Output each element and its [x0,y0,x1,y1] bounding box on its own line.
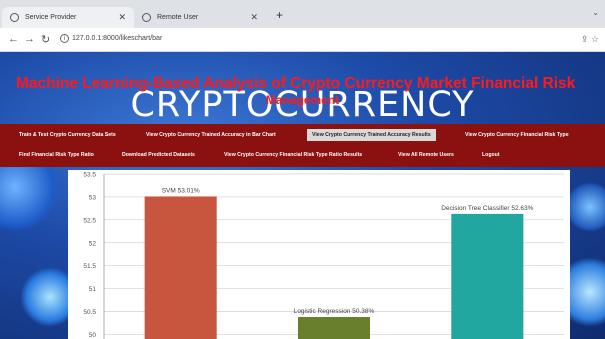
address-bar: ← → ↻ i 127.0.0.1:8000/likeschart/bar ⇪ … [0,28,605,52]
bar-svm [144,196,217,339]
main-menu: Train & Test Crypto Currency Data Sets V… [0,124,605,167]
tab-service-provider[interactable]: Service Provider ✕ [2,7,134,28]
bar-logistic-regression [297,317,371,339]
tab-bar: Service Provider ✕ Remote User ✕ + ⌄ [0,0,605,28]
forward-icon[interactable]: → [24,33,35,45]
banner: CRYPTOCURRENCY Machine Learning-Based An… [0,52,605,125]
y-tick-label: 51.5 [83,263,96,270]
y-tick-label: 52.5 [83,217,96,224]
menu-logout[interactable]: Logout [482,149,500,161]
page-title-line2: Management [265,93,340,107]
y-tick-label: 50 [89,332,97,339]
globe-icon [142,13,151,22]
globe-icon [10,13,19,22]
y-tick-label: 50.5 [83,309,96,316]
menu-risk-type[interactable]: View Crypto Currency Financial Risk Type [465,129,569,141]
info-icon[interactable]: i [60,34,69,43]
menu-ratio-results[interactable]: View Crypto Currency Financial Risk Type… [224,149,362,161]
back-icon[interactable]: ← [8,33,19,45]
close-icon[interactable]: ✕ [118,12,126,23]
menu-download[interactable]: Download Predicted Datasets [122,149,195,161]
menu-train-test[interactable]: Train & Test Crypto Currency Data Sets [19,129,116,141]
browser-chrome: Service Provider ✕ Remote User ✕ + ⌄ ← →… [0,0,605,52]
tab-label: Remote User [157,14,199,21]
chevron-down-icon[interactable]: ⌄ [592,8,599,17]
menu-remote-users[interactable]: View All Remote Users [398,149,454,161]
data-label: Logistic Regression 50.38% [294,308,375,315]
bookmark-star-icon[interactable]: ⇪ ☆ [581,34,599,45]
data-label: Decision Tree Classifier 52.63% [441,205,533,212]
menu-risk-ratio[interactable]: Find Financial Risk Type Ratio [19,149,94,161]
tab-label: Service Provider [25,14,77,21]
y-tick-label: 53 [89,194,97,201]
tab-remote-user[interactable]: Remote User ✕ [134,7,266,28]
reload-icon[interactable]: ↻ [41,33,50,46]
page-title: Machine Learning-Based Analysis of Crypt… [16,75,576,92]
y-tick-label: 52 [89,240,97,247]
page-content: CRYPTOCURRENCY Machine Learning-Based An… [0,52,605,339]
new-tab-button[interactable]: + [276,8,283,22]
accuracy-chart: 50 50.5 51 51.5 52 52.5 53 53.5 SVM 53.01% Logist… [68,170,570,339]
y-tick-label: 53.5 [83,172,96,179]
data-label: SVM 53.01% [162,187,200,194]
bar-chart: 50 50.5 51 51.5 52 52.5 53 53.5 SVM 53.01% Logist… [83,172,564,339]
y-tick-label: 51 [89,286,97,293]
menu-bar-chart[interactable]: View Crypto Currency Trained Accuracy in… [146,129,276,141]
menu-accuracy-results[interactable]: View Crypto Currency Trained Accuracy Re… [307,129,436,141]
bar-decision-tree-classifier [451,213,524,339]
close-icon[interactable]: ✕ [250,12,258,23]
url-field[interactable]: 127.0.0.1:8000/likeschart/bar [72,35,162,42]
